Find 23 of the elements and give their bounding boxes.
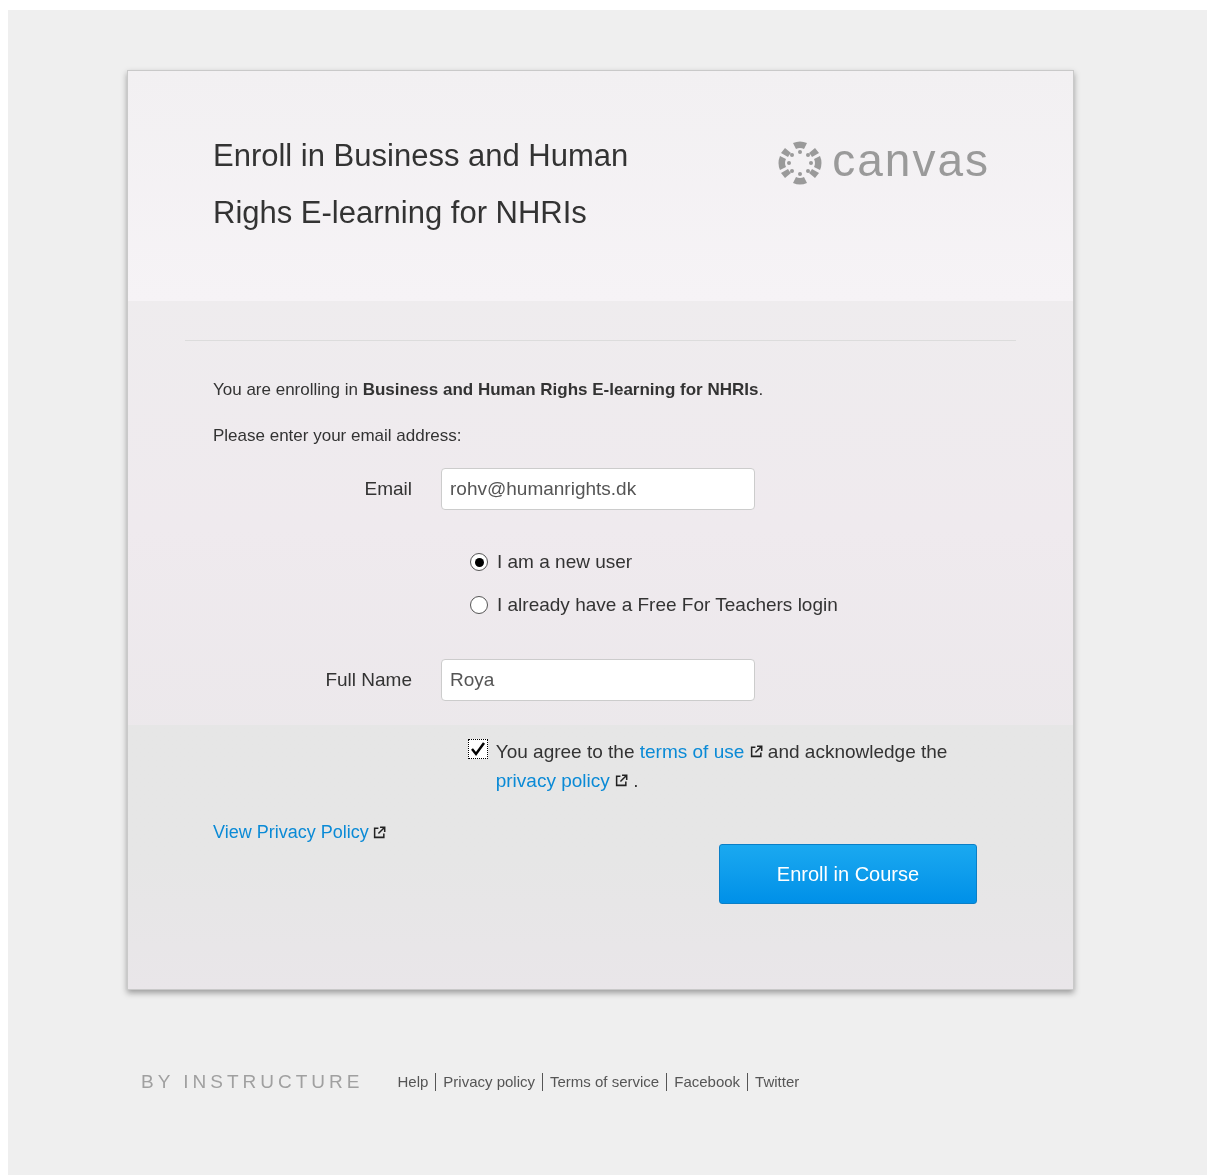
footer-link[interactable]: Terms of service (542, 1073, 667, 1092)
agreement-text: You agree to the terms of use and acknowledge the privacy policy . (495, 740, 949, 793)
email-field[interactable]: rohv@humanrights.dk (441, 468, 755, 510)
footer-link[interactable]: Facebook (666, 1073, 748, 1092)
prompt-text: Please enter your email address: (213, 424, 463, 447)
full-name-field[interactable]: Roya (441, 659, 755, 701)
footer-link[interactable]: Twitter (747, 1073, 807, 1092)
footer-link[interactable]: Privacy policy (435, 1073, 542, 1092)
agree-checkbox[interactable] (468, 739, 488, 759)
radio-label: I already have a Free For Teachers login (497, 592, 838, 617)
email-label: Email (363, 476, 413, 501)
external-link-icon (615, 774, 629, 787)
footer-link[interactable]: Help (397, 1073, 436, 1092)
intro-text: You are enrolling in Business and Human Righs E-learning for NHRIs. (213, 379, 765, 401)
footer-brand: BY INSTRUCTURE (141, 1070, 364, 1094)
radio-label: I am a new user (497, 550, 633, 574)
external-link-icon (749, 745, 763, 758)
external-link-icon (372, 826, 386, 839)
radio-button[interactable] (470, 595, 488, 614)
full-name-label: Full Name (324, 667, 413, 692)
logo-wordmark: canvas (832, 137, 990, 183)
radio-button[interactable] (470, 553, 488, 572)
page-title: Enroll in Business and Human Righs E-learning for NHRIs (213, 137, 630, 232)
